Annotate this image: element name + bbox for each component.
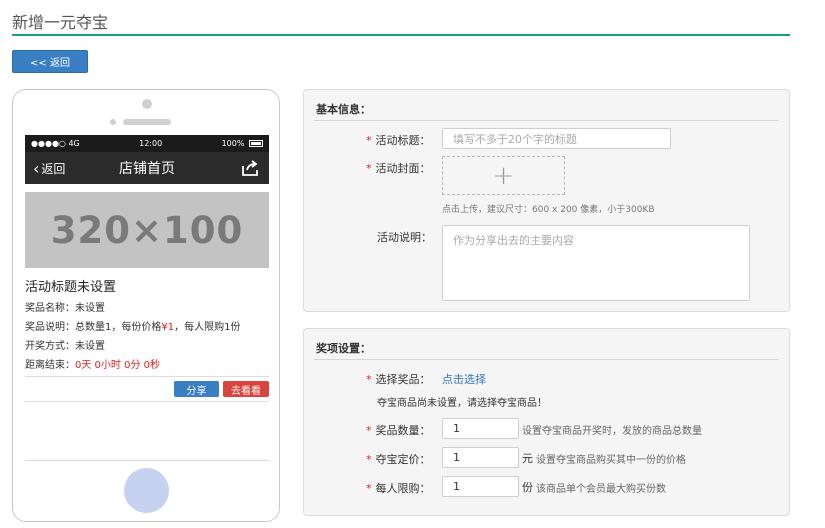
activity-desc-label: 活动说明：	[377, 231, 432, 244]
basic-info-panel: 基本信息： * 活动标题： 填写不多于20个字的标题 * 活动封面： + 点击上传，…	[303, 89, 790, 312]
activity-title-label-text: 活动标题：	[375, 134, 431, 147]
basic-info-divider	[314, 120, 779, 121]
required-mark: *	[366, 134, 372, 147]
phone-speaker	[123, 119, 171, 125]
limit-unit: 份	[522, 481, 533, 494]
chevron-left-icon: ‹	[33, 158, 40, 178]
status-bar: ●●●●○ 4G 12:00 100%	[25, 135, 269, 152]
prize-settings-panel: 奖项设置： * 选择奖品： 点击选择 夺宝商品尚未设置，请选择夺宝商品！ * 奖品数…	[303, 328, 790, 516]
mobile-navbar: ‹ 返回 店铺首页	[25, 152, 269, 184]
prize-desc-suffix: ，每人限购1份	[174, 322, 241, 333]
countdown-label: 距离结束：	[25, 360, 75, 371]
required-mark: *	[366, 424, 372, 437]
battery-text: 100%	[221, 139, 245, 148]
activity-title-label: * 活动标题：	[366, 132, 431, 148]
price-label-text: 夺宝定价：	[375, 453, 431, 466]
activity-title-input[interactable]: 填写不多于20个字的标题	[442, 128, 671, 149]
price-hint: 设置夺宝商品购买其中一份的价格	[536, 455, 686, 466]
price-input[interactable]: 1	[442, 447, 519, 468]
prize-price: ¥1	[161, 322, 175, 333]
required-mark: *	[366, 453, 372, 466]
mobile-nav-title: 店铺首页	[119, 161, 175, 177]
page-title: 新增一元夺宝	[12, 13, 109, 32]
title-divider	[12, 34, 790, 36]
share-icon[interactable]	[241, 159, 259, 177]
share-button[interactable]: 分享	[174, 381, 219, 397]
signal-indicator: ●●●●○ 4G	[31, 139, 80, 148]
prize-desc-prefix: 奖品说明：总数量1，每份价格	[25, 322, 162, 333]
plus-icon: +	[492, 160, 515, 191]
limit-label: * 每人限购：	[366, 480, 431, 496]
banner-placeholder: 320×100	[25, 192, 269, 268]
phone-camera	[142, 99, 152, 109]
battery-indicator: 100%	[222, 139, 263, 148]
mobile-back-button[interactable]: ‹ 返回	[33, 152, 65, 184]
preview-activity-title: 活动标题未设置	[25, 280, 117, 295]
go-look-button[interactable]: 去看看	[223, 381, 269, 397]
mobile-back-label: 返回	[41, 161, 66, 176]
preview-countdown: 距离结束：0天 0小时 0分 0秒	[25, 356, 269, 371]
prize-qty-hint: 设置夺宝商品开奖时，发放的商品总数量	[522, 426, 702, 437]
prize-settings-divider	[314, 359, 779, 360]
countdown-value: 0天 0小时 0分 0秒	[75, 360, 160, 371]
required-mark: *	[366, 482, 372, 495]
preview-prize-name: 奖品名称：未设置	[25, 303, 105, 314]
limit-hint: 该商品单个会员最大购买份数	[536, 484, 666, 495]
phone-screen: ●●●●○ 4G 12:00 100% ‹ 返回 店铺首页 320×100 活动…	[25, 135, 269, 461]
activity-desc-textarea[interactable]: 作为分享出去的主要内容	[442, 225, 750, 301]
choose-prize-label: * 选择奖品：	[366, 371, 431, 387]
choose-prize-link[interactable]: 点击选择	[442, 371, 486, 387]
required-mark: *	[366, 162, 372, 175]
preview-draw-method: 开奖方式：未设置	[25, 341, 105, 352]
choose-prize-label-text: 选择奖品：	[375, 373, 431, 386]
limit-input[interactable]: 1	[442, 476, 519, 497]
choose-prize-note: 夺宝商品尚未设置，请选择夺宝商品！	[377, 398, 547, 409]
required-mark: *	[366, 373, 372, 386]
phone-home-button	[124, 468, 169, 513]
phone-preview: ●●●●○ 4G 12:00 100% ‹ 返回 店铺首页 320×100 活动…	[12, 89, 280, 522]
cover-upload-hint: 点击上传，建议尺寸：600 x 200 像素，小于300KB	[442, 205, 655, 215]
battery-icon	[249, 140, 263, 147]
price-label: * 夺宝定价：	[366, 451, 431, 467]
activity-cover-label-text: 活动封面：	[375, 162, 431, 175]
prize-qty-label: * 奖品数量：	[366, 422, 431, 438]
preview-prize-desc: 奖品说明：总数量1，每份价格¥1，每人限购1份	[25, 318, 269, 333]
preview-actions: 分享 去看看	[25, 376, 269, 402]
activity-cover-label: * 活动封面：	[366, 160, 431, 176]
prize-qty-input[interactable]: 1	[442, 418, 519, 439]
prize-qty-label-text: 奖品数量：	[375, 424, 431, 437]
status-time: 12:00	[139, 139, 163, 148]
limit-label-text: 每人限购：	[375, 482, 431, 495]
phone-sensor	[110, 119, 116, 125]
price-unit: 元	[522, 452, 533, 465]
cover-upload-box[interactable]: +	[442, 156, 565, 195]
prize-settings-header: 奖项设置：	[316, 342, 371, 355]
back-button[interactable]: << 返回	[12, 50, 88, 73]
basic-info-header: 基本信息：	[316, 103, 371, 116]
